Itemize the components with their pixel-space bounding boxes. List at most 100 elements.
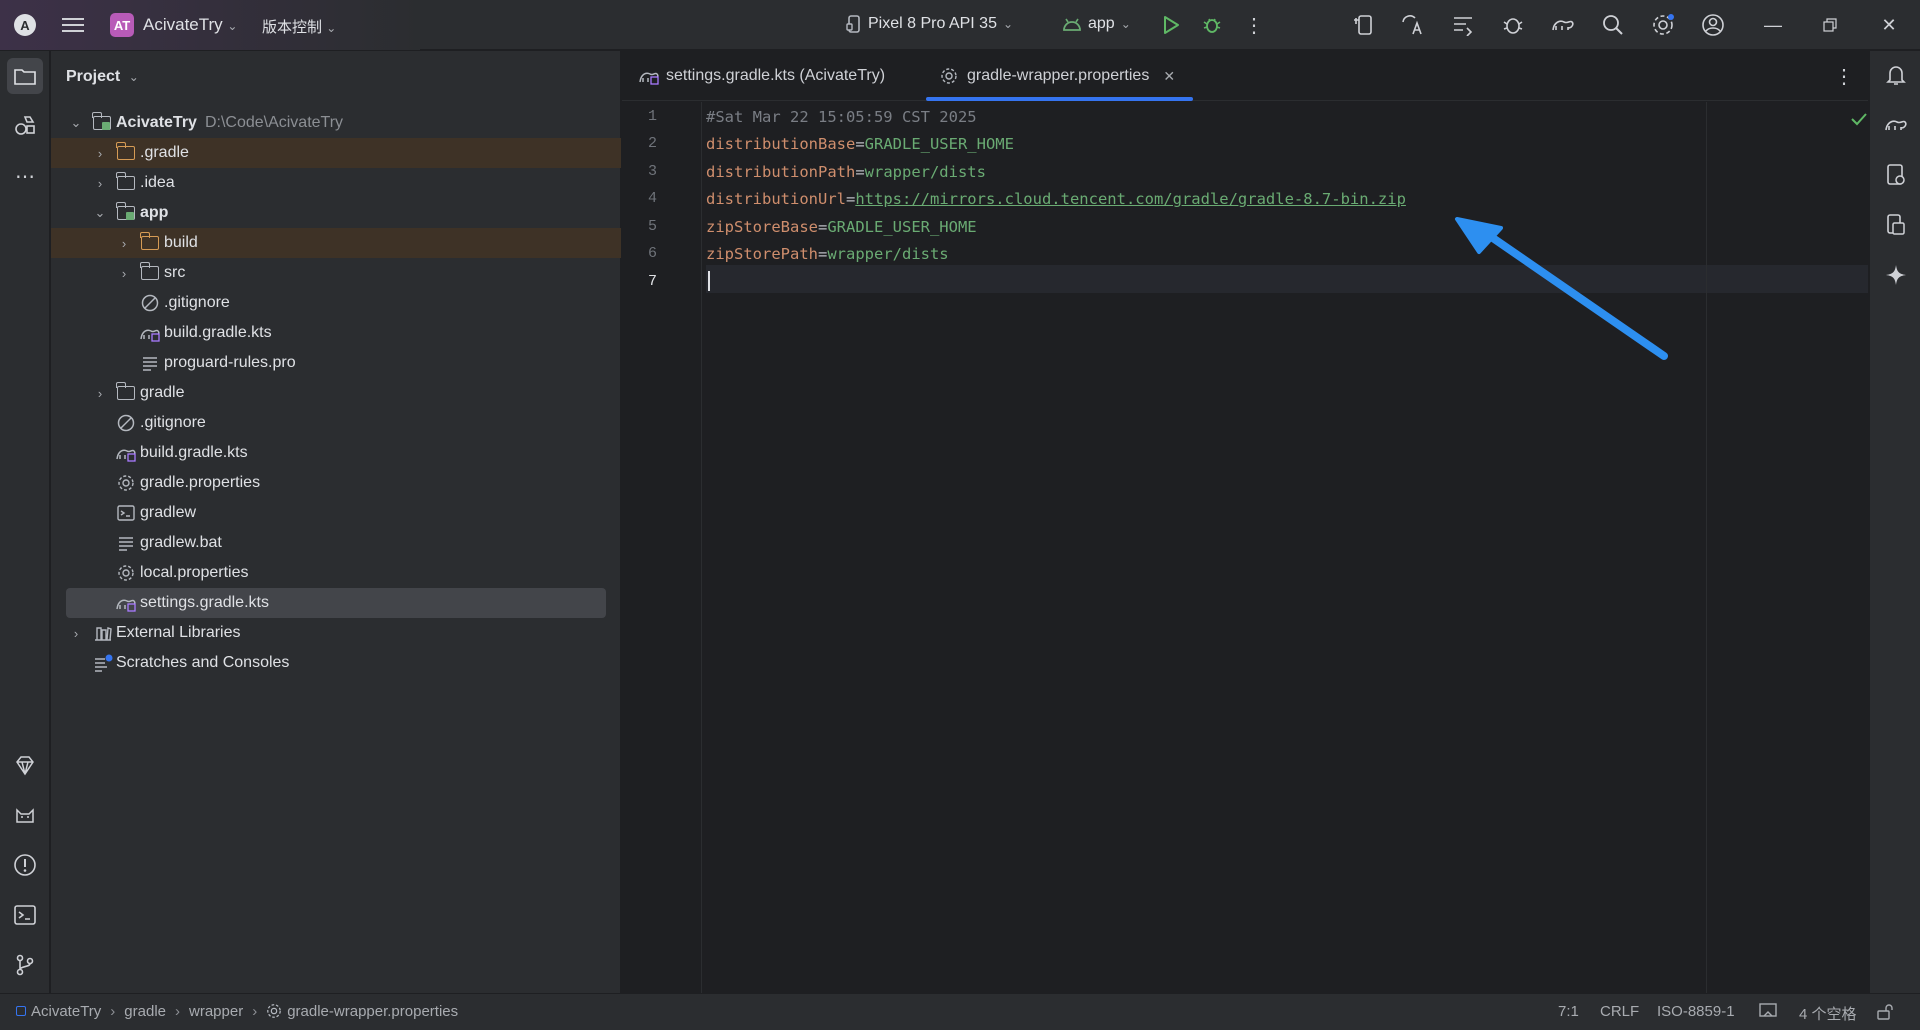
gemini-sparkle-icon[interactable] (1882, 261, 1910, 289)
tree-item-label: .idea (140, 174, 175, 191)
chevron-right-icon[interactable]: › (93, 176, 107, 191)
chevron-right-icon[interactable]: › (69, 626, 83, 641)
reader-mode-icon[interactable] (1759, 1003, 1777, 1023)
chevron-down-icon: ⌄ (1002, 17, 1014, 31)
project-badge[interactable]: AT (110, 13, 134, 37)
chevron-down-icon: ⌄ (326, 21, 337, 35)
logcat-icon[interactable] (11, 801, 39, 829)
line-ending[interactable]: CRLF (1600, 1003, 1639, 1020)
chevron-right-icon[interactable]: › (117, 266, 131, 281)
search-icon[interactable] (1600, 12, 1626, 38)
chevron-right-icon: › (110, 1003, 116, 1020)
breadcrumb-item[interactable]: gradle-wrapper.properties (287, 1003, 458, 1020)
tree-item-label: app (140, 204, 169, 221)
run-config-selector[interactable]: app ⌄ (1062, 15, 1131, 33)
tree-root-label: AcivateTry (116, 114, 197, 131)
minimize-icon[interactable]: — (1758, 12, 1788, 38)
close-window-icon[interactable]: ✕ (1874, 12, 1904, 38)
tree-item-build-gradle[interactable]: build.gradle.kts (51, 318, 621, 348)
tree-item-local-properties[interactable]: local.properties (51, 558, 621, 588)
tree-item-build[interactable]: › build (51, 228, 621, 258)
indent-setting[interactable]: 4 个空格 (1799, 1003, 1857, 1024)
chevron-down-icon[interactable]: ⌄ (69, 115, 83, 131)
more-tools-icon[interactable]: ⋯ (11, 162, 39, 190)
properties-file-icon (267, 1004, 282, 1018)
lock-icon[interactable] (1876, 1003, 1894, 1025)
chevron-down-icon[interactable]: ⌄ (93, 205, 107, 221)
folder-icon (116, 172, 137, 192)
account-icon[interactable] (1700, 12, 1726, 38)
folder-icon (116, 142, 137, 162)
project-name: AcivateTry (143, 15, 223, 34)
gemini-icon[interactable] (11, 751, 39, 779)
android-studio-logo-icon[interactable]: A (14, 14, 36, 36)
tree-item-gradlew-bat[interactable]: gradlew.bat (51, 528, 621, 558)
tree-item-settings-gradle[interactable]: settings.gradle.kts (66, 588, 606, 618)
library-icon (93, 624, 113, 642)
project-tool-icon[interactable] (7, 58, 43, 94)
gradle-sync-icon[interactable] (1550, 12, 1576, 38)
tree-item-gradlew[interactable]: gradlew (51, 498, 621, 528)
tree-item-idea[interactable]: › .idea (51, 168, 621, 198)
tree-item-label: gradle.properties (140, 474, 261, 491)
breadcrumb-item[interactable]: wrapper (189, 1003, 243, 1020)
git-icon[interactable] (11, 951, 39, 979)
device-explorer-icon[interactable] (1882, 161, 1910, 189)
tree-item-build-gradle-root[interactable]: build.gradle.kts (51, 438, 621, 468)
breadcrumb-item[interactable]: AcivateTry (31, 1003, 101, 1020)
caret-position[interactable]: 7:1 (1558, 1003, 1579, 1020)
device-selector[interactable]: Pixel 8 Pro API 35 ⌄ (846, 15, 1013, 33)
tree-root-path: D:\Code\AcivateTry (204, 114, 344, 131)
resource-manager-icon[interactable] (11, 111, 39, 139)
tree-item-label: proguard-rules.pro (164, 354, 296, 371)
properties-file-icon (117, 564, 137, 582)
tree-item-label: build (164, 234, 198, 251)
tree-root[interactable]: ⌄ AcivateTry D:\Code\AcivateTry (51, 108, 621, 138)
project-view-selector[interactable]: Project ⌄ (66, 68, 139, 86)
more-icon[interactable]: ⋮ (1241, 12, 1267, 38)
tree-item-gradle-folder[interactable]: › gradle (51, 378, 621, 408)
breadcrumb: AcivateTry › gradle › wrapper › gradle-wrapper… (16, 1003, 458, 1020)
gradle-tool-icon[interactable] (1882, 111, 1910, 139)
tree-item-label: .gradle (140, 144, 189, 161)
ignore-file-icon (141, 294, 161, 312)
chevron-right-icon[interactable]: › (93, 146, 107, 161)
project-switcher[interactable]: AcivateTry ⌄ (143, 15, 237, 35)
running-devices-icon[interactable] (1882, 211, 1910, 239)
debug-icon[interactable] (1199, 12, 1225, 38)
profiler-icon[interactable] (1450, 12, 1476, 38)
file-encoding[interactable]: ISO-8859-1 (1657, 1003, 1735, 1020)
hamburger-icon[interactable] (62, 15, 84, 35)
text-file-icon (141, 354, 161, 372)
chevron-down-icon: ⌄ (227, 19, 238, 33)
breadcrumb-item[interactable]: gradle (124, 1003, 166, 1020)
notifications-icon[interactable] (1882, 61, 1910, 89)
chevron-right-icon[interactable]: › (93, 386, 107, 401)
tree-item-label: gradlew (140, 504, 197, 521)
bug-icon[interactable] (1500, 12, 1526, 38)
chevron-right-icon: › (252, 1003, 258, 1020)
settings-icon[interactable] (1650, 12, 1676, 38)
problems-icon[interactable] (11, 851, 39, 879)
vcs-menu[interactable]: 版本控制 ⌄ (262, 16, 336, 37)
chevron-down-icon: ⌄ (1120, 17, 1131, 31)
shell-file-icon (117, 504, 137, 522)
translate-icon[interactable] (1400, 12, 1426, 38)
terminal-icon[interactable] (11, 901, 39, 929)
restore-icon[interactable] (1815, 12, 1845, 38)
tree-item-proguard[interactable]: proguard-rules.pro (51, 348, 621, 378)
tree-item-external-libraries[interactable]: › External Libraries (51, 618, 621, 648)
tree-item-gitignore-root[interactable]: .gitignore (51, 408, 621, 438)
annotation-arrow-icon (1455, 217, 1668, 360)
device-manager-icon[interactable] (1350, 12, 1376, 38)
tree-item-gitignore[interactable]: .gitignore (51, 288, 621, 318)
phone-icon (846, 15, 860, 33)
chevron-right-icon[interactable]: › (117, 236, 131, 251)
tree-item-src[interactable]: › src (51, 258, 621, 288)
tree-item-app[interactable]: ⌄ app (51, 198, 621, 228)
tree-item-dot-gradle[interactable]: › .gradle (51, 138, 621, 168)
tree-item-label: settings.gradle.kts (140, 594, 269, 611)
run-icon[interactable] (1158, 12, 1184, 38)
tree-item-gradle-properties[interactable]: gradle.properties (51, 468, 621, 498)
tree-item-scratches[interactable]: Scratches and Consoles (51, 648, 621, 678)
